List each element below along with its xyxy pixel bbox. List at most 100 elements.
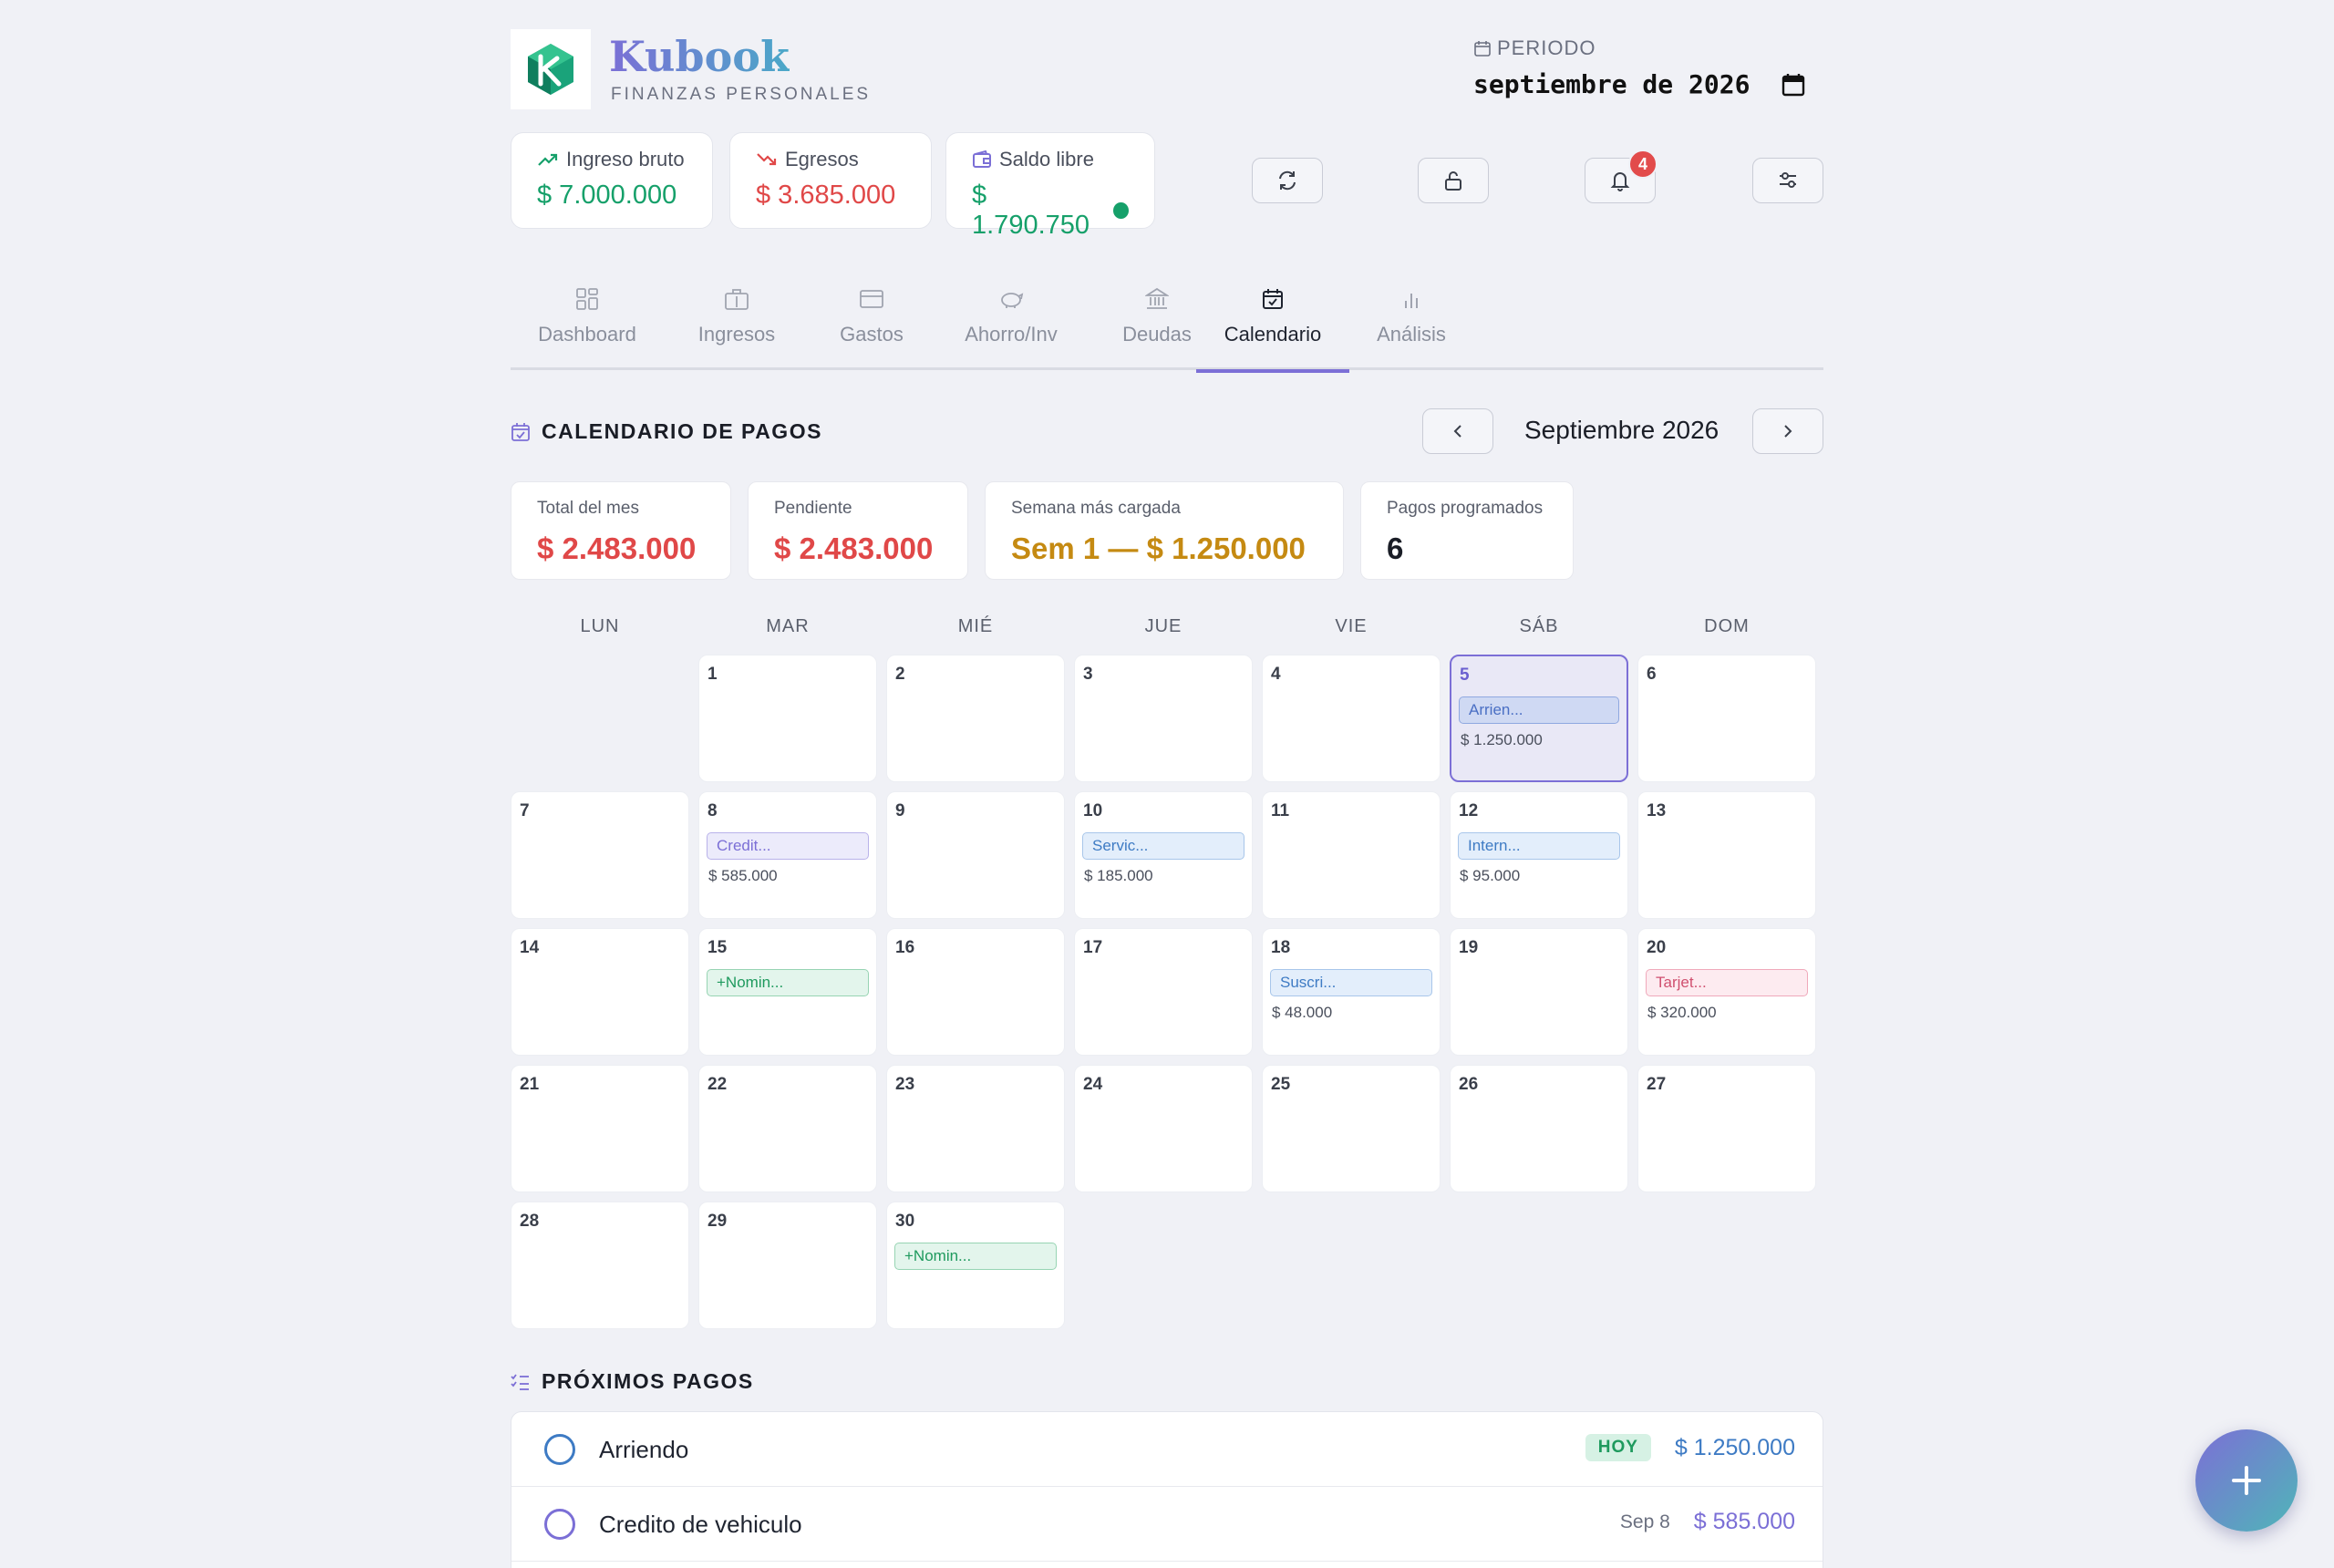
status-dot [1113, 202, 1129, 219]
payment-chip[interactable]: Arrien... [1459, 696, 1619, 724]
calendar-day[interactable]: 7 [511, 791, 689, 919]
payment-chip[interactable]: +Nomin... [707, 969, 869, 996]
day-number: 13 [1647, 801, 1667, 820]
calendar-day[interactable]: 3 [1074, 655, 1253, 782]
calendar-day[interactable]: 30 +Nomin... [886, 1202, 1065, 1329]
day-number: 2 [895, 665, 905, 684]
piggy-icon [1001, 293, 1024, 308]
calendar-day[interactable]: 12 Intern... $ 95.000 [1450, 791, 1628, 919]
payment-date: Sep 8 [1619, 1511, 1670, 1532]
tab-dashboard[interactable]: Dashboard [511, 273, 664, 370]
calendar-day[interactable]: 6 [1637, 655, 1816, 782]
calendar-day[interactable]: 14 [511, 928, 689, 1056]
tab-ingresos[interactable]: Ingresos [664, 273, 810, 370]
calendar-day[interactable]: 5 Arrien... $ 1.250.000 [1450, 655, 1628, 782]
bank-icon [1145, 287, 1169, 309]
payment-chip[interactable]: Suscri... [1270, 969, 1432, 996]
calendar-day[interactable]: 26 [1450, 1065, 1628, 1192]
payment-chip[interactable]: Credit... [707, 832, 869, 860]
kubook-logo-icon [528, 44, 573, 95]
tab-ahorro[interactable]: Ahorro/Inv [934, 273, 1089, 370]
day-number: 8 [707, 801, 718, 820]
calendar-day[interactable]: 4 [1262, 655, 1441, 782]
tab-label: Ingresos [697, 323, 776, 346]
checkbox-circle[interactable] [544, 1509, 575, 1540]
summary-label: Egresos [785, 148, 859, 170]
period-picker[interactable]: PERIODO septiembre de 2026 [1473, 36, 1823, 109]
stat-value: 6 [1387, 531, 1404, 565]
calendar-day[interactable]: 2 [886, 655, 1065, 782]
summary-value: $ 1.790.750 [972, 181, 1090, 240]
weekday-label: SÁB [1519, 616, 1559, 636]
calendar-picker-icon[interactable] [1781, 72, 1806, 98]
stat-label: Total del mes [537, 499, 639, 518]
calendar-day[interactable]: 17 [1074, 928, 1253, 1056]
payment-chip[interactable]: Tarjet... [1646, 969, 1808, 996]
calendar-day[interactable]: 15 +Nomin... [698, 928, 877, 1056]
payment-amount: $ 585.000 [708, 867, 778, 884]
add-button[interactable] [2195, 1429, 2298, 1532]
tab-calendario[interactable]: Calendario [1196, 273, 1349, 373]
calendar-day[interactable]: 11 [1262, 791, 1441, 919]
calendar-day[interactable]: 8 Credit... $ 585.000 [698, 791, 877, 919]
payment-chip[interactable]: +Nomin... [894, 1243, 1057, 1270]
chevron-left-icon [1453, 425, 1461, 438]
day-number: 4 [1271, 665, 1281, 684]
checkbox-circle[interactable] [544, 1434, 575, 1465]
calendar-day[interactable]: 13 [1637, 791, 1816, 919]
bell-icon [1610, 172, 1630, 191]
payment-chip[interactable]: Intern... [1458, 832, 1620, 860]
calendar-day[interactable]: 22 [698, 1065, 877, 1192]
chevron-right-icon [1784, 425, 1792, 438]
tab-label: Gastos [840, 323, 904, 346]
calendar-day[interactable]: 29 [698, 1202, 877, 1329]
calendar-day[interactable]: 1 [698, 655, 877, 782]
calendar-day[interactable]: 16 [886, 928, 1065, 1056]
list-item[interactable]: Credito de vehiculo Sep 8 $ 585.000 [511, 1487, 1823, 1562]
stat-busiest-week: Semana más cargada Sem 1 — $ 1.250.000 [985, 481, 1344, 580]
calendar-day[interactable]: 10 Servic... $ 185.000 [1074, 791, 1253, 919]
briefcase-icon [725, 289, 749, 310]
settings-button[interactable] [1752, 158, 1823, 203]
trend-down-icon [757, 153, 777, 166]
payment-chip[interactable]: Servic... [1082, 832, 1244, 860]
tab-gastos[interactable]: Gastos [810, 273, 934, 370]
stat-value: $ 2.483.000 [774, 531, 934, 565]
calendar-day[interactable]: 24 [1074, 1065, 1253, 1192]
calendar-day[interactable]: 23 [886, 1065, 1065, 1192]
stat-pending: Pendiente $ 2.483.000 [748, 481, 968, 580]
day-number: 14 [520, 938, 540, 957]
upcoming-list: Arriendo HOY $ 1.250.000 Credito de vehi… [511, 1411, 1823, 1568]
period-value[interactable]: septiembre de 2026 [1473, 69, 1750, 99]
weekday-label: MAR [766, 616, 810, 636]
payment-amount: $ 320.000 [1647, 1004, 1717, 1021]
calendar-day[interactable]: 9 [886, 791, 1065, 919]
day-number: 20 [1647, 938, 1667, 957]
day-number: 3 [1083, 665, 1093, 684]
prev-month-button[interactable] [1422, 408, 1493, 454]
calendar-title-text: CALENDARIO DE PAGOS [542, 419, 822, 443]
calendar-day[interactable]: 28 [511, 1202, 689, 1329]
day-number: 9 [895, 801, 905, 820]
stat-total: Total del mes $ 2.483.000 [511, 481, 731, 580]
stat-label: Pendiente [774, 499, 852, 518]
day-number: 22 [707, 1075, 728, 1094]
list-item[interactable]: Arriendo HOY $ 1.250.000 [511, 1412, 1823, 1487]
bar-chart-icon [1405, 294, 1418, 308]
next-month-button[interactable] [1752, 408, 1823, 454]
weekday-label: JUE [1144, 616, 1182, 636]
calendar-day[interactable]: 21 [511, 1065, 689, 1192]
stat-value: $ 2.483.000 [537, 531, 697, 565]
notifications-button[interactable]: 4 [1585, 150, 1658, 203]
calendar-day[interactable]: 20 Tarjet... $ 320.000 [1637, 928, 1816, 1056]
lock-button[interactable] [1418, 158, 1489, 203]
calendar-day[interactable]: 25 [1262, 1065, 1441, 1192]
day-number: 12 [1459, 801, 1479, 820]
tab-analisis[interactable]: Análisis [1349, 273, 1473, 370]
calendar-day[interactable]: 27 [1637, 1065, 1816, 1192]
header: Kubook FINANZAS PERSONALES PERIODO septi… [511, 29, 1823, 111]
period-value-row[interactable]: septiembre de 2026 [1473, 69, 1823, 99]
refresh-button[interactable] [1252, 158, 1323, 203]
calendar-day[interactable]: 18 Suscri... $ 48.000 [1262, 928, 1441, 1056]
calendar-day[interactable]: 19 [1450, 928, 1628, 1056]
